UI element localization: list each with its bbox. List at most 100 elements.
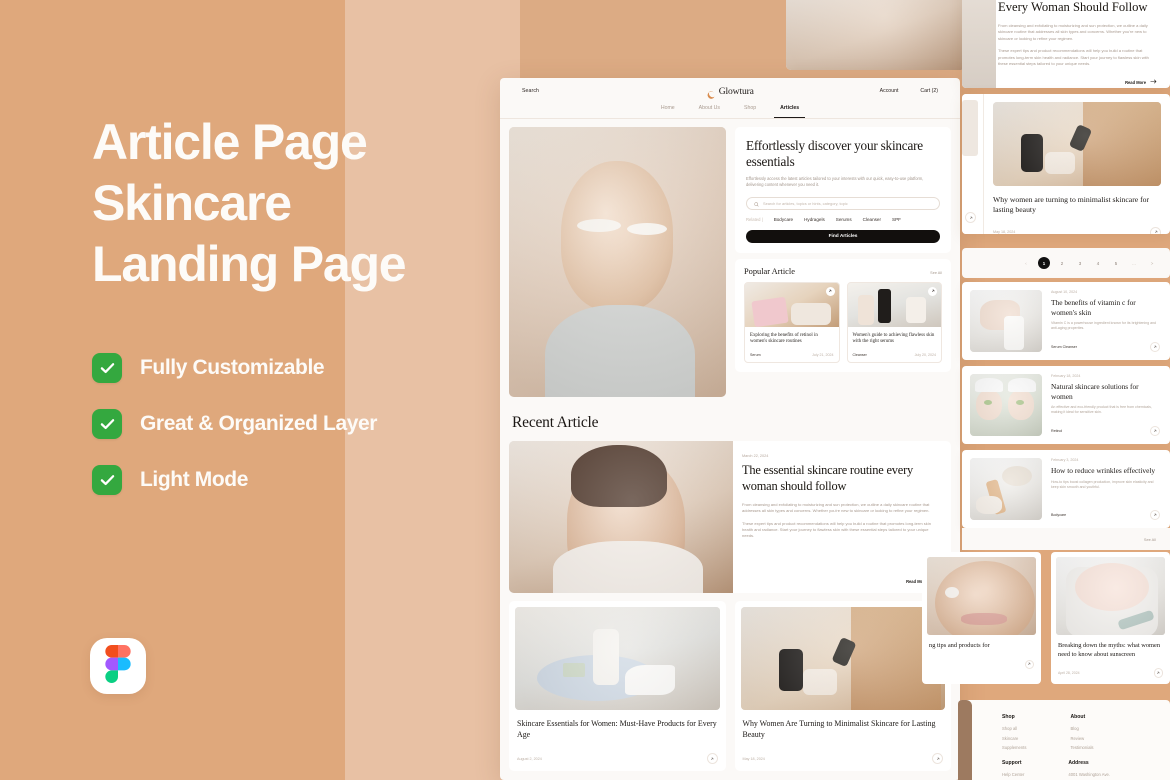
- list-item-tags: Bodycare: [1051, 513, 1067, 517]
- hero-tag-serums[interactable]: Serums: [836, 217, 852, 222]
- decorative-image: [786, 0, 966, 70]
- popular-card[interactable]: Women's guide to achieving flawless skin…: [846, 281, 942, 363]
- article-card[interactable]: Why Women Are Turning to Minimalist Skin…: [734, 601, 951, 772]
- footer-link[interactable]: Help Center: [1002, 772, 1024, 777]
- nav-account-link[interactable]: Account: [880, 88, 899, 94]
- find-articles-button[interactable]: Find Articles: [746, 229, 940, 243]
- hero-image: [509, 127, 726, 397]
- side-read-more-button[interactable]: Read More: [1125, 79, 1157, 85]
- page-title-line-1: Article Page: [92, 114, 368, 170]
- side-minimalist-card-panel: Why women are turning to minimalist skin…: [962, 94, 1170, 234]
- article-card-date: April 28, 2024: [1058, 670, 1080, 675]
- open-article-icon[interactable]: [932, 753, 943, 765]
- page-title-line-2: Skincare: [92, 175, 292, 231]
- menu-item-home[interactable]: Home: [661, 105, 675, 111]
- hero-tag-spf[interactable]: SPF: [892, 217, 901, 222]
- open-article-icon[interactable]: [928, 286, 937, 296]
- list-item[interactable]: February 18, 2024 Natural skincare solut…: [962, 366, 1170, 444]
- list-item-tags: Serum Cleanser: [1051, 345, 1077, 349]
- side-card-thumbnail: [993, 102, 1161, 186]
- popular-card-title: Exploring the benefits of retinol in wom…: [750, 332, 818, 345]
- side-see-all-row: See All: [962, 528, 1170, 550]
- hero-card: Effortlessly discover your skincare esse…: [735, 127, 951, 253]
- list-item[interactable]: February 3, 2024 How to reduce wrinkles …: [962, 450, 1170, 528]
- footer-link[interactable]: Shop all: [1002, 726, 1026, 731]
- pagination-page-3[interactable]: 3: [1074, 257, 1086, 269]
- open-article-icon[interactable]: [825, 286, 835, 296]
- pagination-prev-button[interactable]: ‹: [1020, 257, 1032, 269]
- open-article-icon[interactable]: [1150, 510, 1160, 520]
- figma-badge[interactable]: [90, 638, 146, 694]
- pagination-page-2[interactable]: 2: [1056, 257, 1068, 269]
- open-article-icon[interactable]: [706, 753, 718, 765]
- menu-item-articles[interactable]: Articles: [774, 105, 806, 118]
- list-item-date: February 18, 2024: [1051, 374, 1081, 378]
- feature-label: Light Mode: [140, 467, 248, 491]
- footer-column-support: Support Help Center: [1002, 760, 1024, 780]
- nav-search-link[interactable]: Search: [522, 88, 539, 94]
- footer-accent-strip: [958, 700, 972, 780]
- featured-article-image: [509, 441, 733, 593]
- recent-article-grid: Skincare Essentials for Women: Must-Have…: [509, 601, 951, 772]
- open-article-icon[interactable]: [1150, 226, 1161, 234]
- check-icon: [92, 408, 122, 439]
- site-footer-panel: Shop Shop all Skincare Supplements About…: [958, 700, 1170, 780]
- article-card-thumbnail: [1056, 557, 1165, 635]
- menu-item-shop[interactable]: Shop: [744, 105, 756, 111]
- hero-tag-row: Related | Bodycare Hydragels Serums Clea…: [746, 217, 940, 222]
- hero-search-placeholder: Search for articles, topics or hints, ca…: [763, 200, 848, 206]
- popular-card-tag: Serum: [750, 353, 761, 357]
- side-bottom-card-row: ng tips and products for Breaking down t: [922, 552, 1170, 684]
- footer-link[interactable]: Review: [1070, 736, 1093, 741]
- side-panel-gutter: [962, 94, 984, 234]
- pagination-page-1[interactable]: 1: [1038, 257, 1050, 269]
- side-see-all-link[interactable]: See All: [1144, 537, 1156, 542]
- figma-logo-icon: [105, 644, 131, 688]
- glowtura-mark-icon: [706, 87, 715, 99]
- footer-link[interactable]: Blog: [1070, 726, 1093, 731]
- side-card-date: May 18, 2024: [993, 230, 1016, 234]
- pagination-page-5[interactable]: 5: [1110, 257, 1122, 269]
- open-article-icon[interactable]: [965, 212, 976, 223]
- footer-address-line: 4001 Washington Ave.: [1068, 772, 1111, 777]
- article-card[interactable]: ng tips and products for: [922, 552, 1041, 684]
- list-item-title: The benefits of vitamin c for women's sk…: [1051, 298, 1136, 317]
- footer-link[interactable]: Skincare: [1002, 736, 1026, 741]
- pagination-next-button[interactable]: >: [1146, 257, 1158, 269]
- article-card[interactable]: Breaking down the myths: what women need…: [1051, 552, 1170, 684]
- open-article-icon[interactable]: [1150, 426, 1160, 436]
- popular-card[interactable]: Exploring the benefits of retinol in wom…: [744, 281, 840, 363]
- featured-article-card[interactable]: March 22, 2024 The essential skincare ro…: [509, 441, 951, 593]
- article-card-title: Skincare Essentials for Women: Must-Have…: [517, 719, 717, 739]
- side-article-heading: Every Woman Should Follow: [998, 0, 1148, 14]
- list-item-thumbnail: [970, 458, 1042, 520]
- pagination-page-4[interactable]: 4: [1092, 257, 1104, 269]
- popular-card-date: July 21, 2024: [812, 353, 834, 357]
- footer-link[interactable]: Supplements: [1002, 745, 1026, 750]
- menu-item-about-us[interactable]: About Us: [699, 105, 720, 111]
- popular-see-all-link[interactable]: See All: [930, 271, 942, 275]
- feature-item-light-mode: Light Mode: [92, 462, 377, 497]
- open-article-icon[interactable]: [1024, 659, 1034, 670]
- hero-tag-hydragels[interactable]: Hydragels: [804, 217, 825, 222]
- hero-heading: Effortlessly discover your skincare esse…: [746, 138, 923, 169]
- hero-tag-cleanser[interactable]: Cleanser: [863, 217, 881, 222]
- brand-logo[interactable]: Glowtura: [706, 86, 754, 99]
- footer-column-heading: Support: [1002, 760, 1022, 766]
- nav-cart-link[interactable]: Cart (2): [920, 88, 938, 94]
- list-item-excerpt: An effective and eco-friendly product th…: [1051, 405, 1152, 415]
- side-article-paragraph-1: From cleansing and exfoliating to moistu…: [998, 23, 1148, 41]
- open-article-icon[interactable]: [1153, 668, 1163, 678]
- list-item-excerpt: How-to tips boost collagen production, i…: [1051, 479, 1154, 489]
- list-item-date: August 10, 2024: [1051, 290, 1078, 294]
- article-card-title: Why Women Are Turning to Minimalist Skin…: [742, 719, 936, 739]
- footer-link[interactable]: Testimonials: [1070, 745, 1093, 750]
- article-card[interactable]: Skincare Essentials for Women: Must-Have…: [509, 601, 726, 772]
- open-article-icon[interactable]: [1150, 342, 1160, 352]
- hero-tag-bodycare[interactable]: Bodycare: [774, 217, 793, 222]
- main-website-mockup: Search Glowtura Account Cart (2) Home Ab…: [500, 78, 960, 780]
- hero-search-input[interactable]: Search for articles, topics or hints, ca…: [746, 196, 940, 210]
- side-article-tail-panel: Every Woman Should Follow From cleansing…: [962, 0, 1170, 88]
- list-item[interactable]: August 10, 2024 The benefits of vitamin …: [962, 282, 1170, 360]
- list-item-tags: Retinol: [1051, 429, 1063, 433]
